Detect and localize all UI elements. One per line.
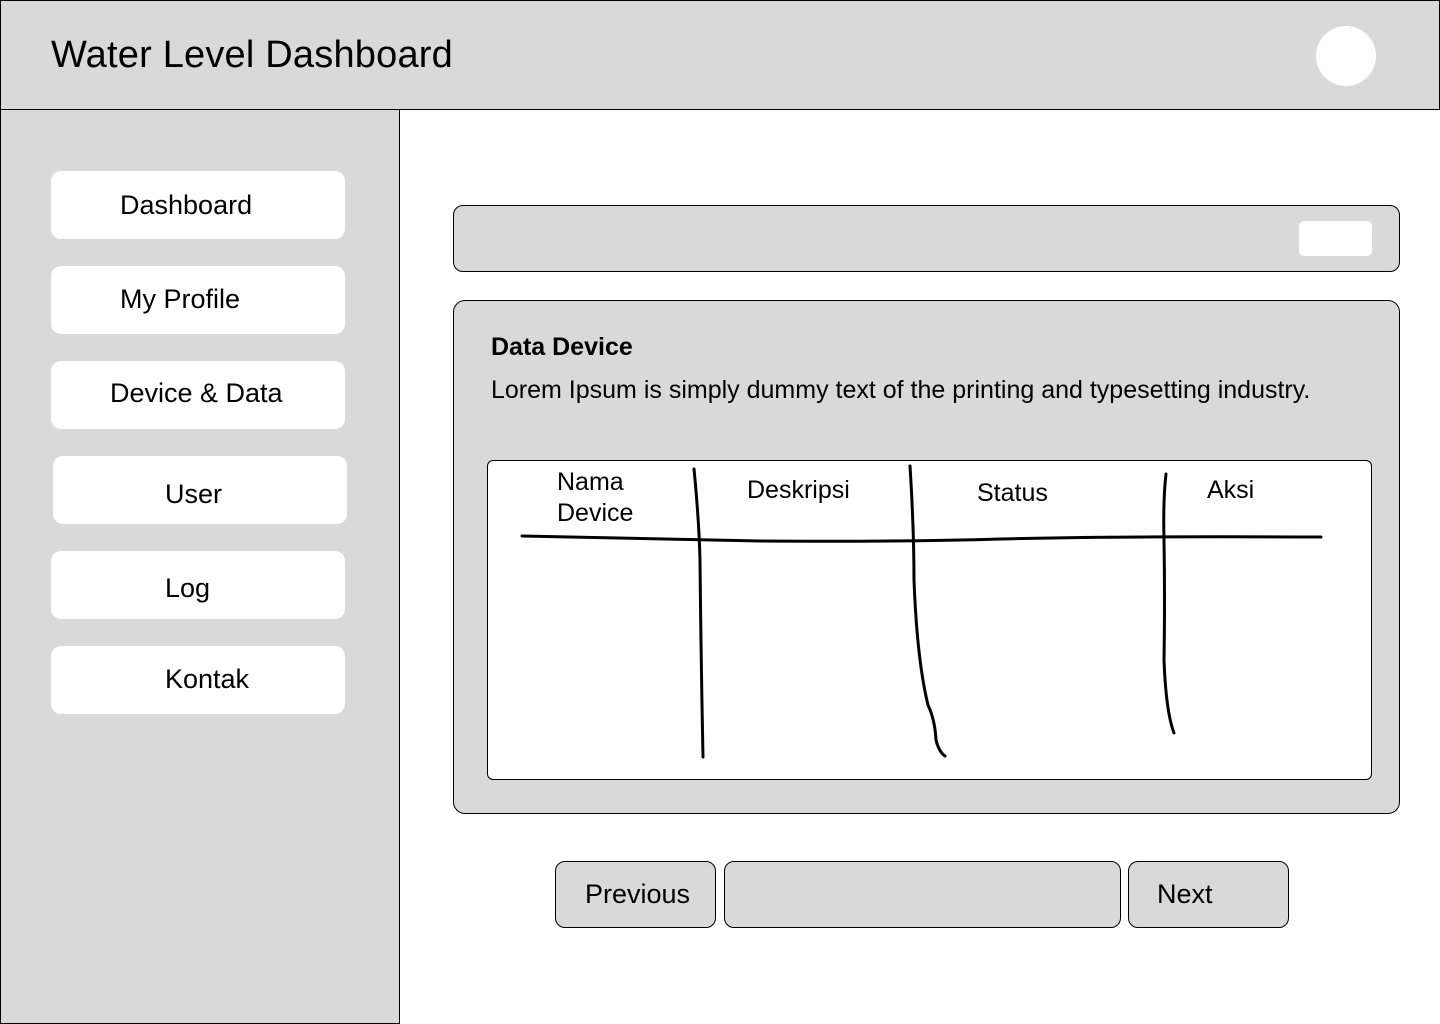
table-header-divider xyxy=(520,534,1323,543)
column-divider xyxy=(908,464,947,758)
column-divider xyxy=(1162,472,1176,735)
page-indicator xyxy=(724,861,1121,928)
column-divider xyxy=(692,467,705,759)
previous-button-label: Previous xyxy=(585,879,691,909)
next-button-label: Next xyxy=(1157,879,1213,909)
